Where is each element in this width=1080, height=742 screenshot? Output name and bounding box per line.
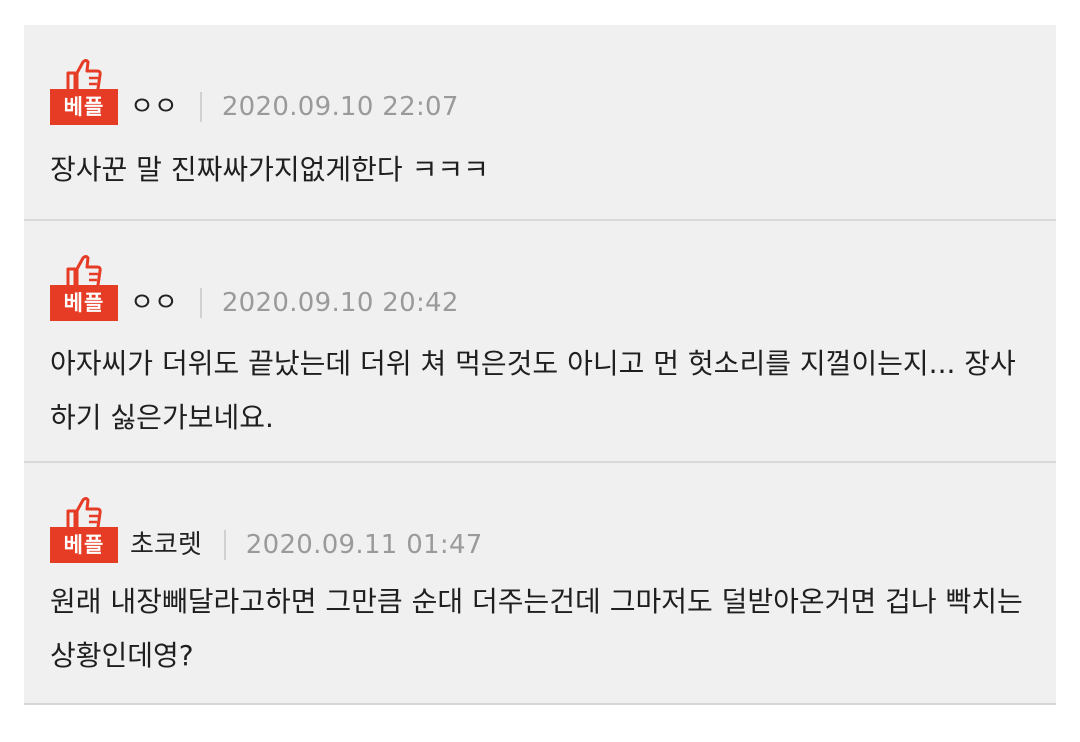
comment-item: 베플 ㅇㅇ 2020.09.10 20:42 아자씨가 더위도 끝났는데 더위 … — [24, 221, 1056, 463]
thumbs-up-icon — [66, 59, 102, 91]
comment-list: 베플 ㅇㅇ 2020.09.10 22:07 장사꾼 말 진짜싸가지없게한다 ㅋ… — [24, 25, 1056, 705]
comment-date: 2020.09.10 22:07 — [221, 92, 459, 122]
comment-meta: 베플 초코렛 2020.09.11 01:47 — [50, 497, 483, 563]
thumbs-up-icon — [66, 255, 102, 287]
meta-divider — [199, 288, 202, 318]
author-nickname[interactable]: ㅇㅇ — [130, 89, 178, 125]
meta-divider — [223, 530, 226, 560]
meta-divider — [199, 92, 202, 122]
best-comment-badge: 베플 — [50, 497, 118, 563]
comment-text: 아자씨가 더위도 끝났는데 더위 쳐 먹은것도 아니고 먼 헛소리를 지껄이는지… — [50, 347, 1016, 434]
comment-item: 베플 초코렛 2020.09.11 01:47 원래 내장빼달라고하면 그만큼 … — [24, 463, 1056, 703]
comment-date: 2020.09.11 01:47 — [245, 530, 483, 560]
comment-meta: 베플 ㅇㅇ 2020.09.10 20:42 — [50, 255, 459, 321]
thumbs-up-icon — [66, 497, 102, 529]
comment-meta: 베플 ㅇㅇ 2020.09.10 22:07 — [50, 59, 459, 125]
comment-item: 베플 ㅇㅇ 2020.09.10 22:07 장사꾼 말 진짜싸가지없게한다 ㅋ… — [24, 25, 1056, 221]
author-nickname[interactable]: 초코렛 — [130, 527, 202, 563]
best-label: 베플 — [50, 527, 118, 563]
comment-date: 2020.09.10 20:42 — [221, 288, 459, 318]
best-label: 베플 — [50, 285, 118, 321]
comment-text: 원래 내장빼달라고하면 그만큼 순대 더주는건데 그마저도 덜받아온거면 겁나 … — [50, 585, 1023, 672]
best-comment-badge: 베플 — [50, 59, 118, 125]
best-label: 베플 — [50, 89, 118, 125]
comment-text: 장사꾼 말 진짜싸가지없게한다 ㅋㅋㅋ — [50, 153, 489, 186]
author-nickname[interactable]: ㅇㅇ — [130, 285, 178, 321]
best-comment-badge: 베플 — [50, 255, 118, 321]
